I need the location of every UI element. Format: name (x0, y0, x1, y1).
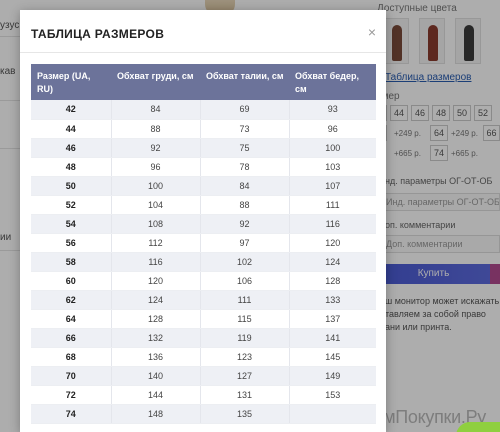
size-table: Размер (UA, RU) Обхват груди, см Обхват … (31, 64, 376, 424)
measurement-cell: 116 (111, 252, 201, 272)
close-icon[interactable]: × (368, 24, 376, 40)
table-row: 60 120 106 128 (31, 271, 376, 291)
measurement-cell: 100 (111, 176, 201, 196)
measurement-cell: 145 (289, 347, 376, 367)
size-cell: 68 (31, 347, 112, 367)
size-cell: 54 (31, 214, 112, 234)
measurement-cell: 133 (289, 290, 376, 310)
measurement-cell: 78 (200, 157, 290, 177)
size-cell: 52 (31, 195, 112, 215)
size-cell: 56 (31, 233, 112, 253)
table-row: 52 104 88 111 (31, 195, 376, 215)
measurement-cell: 103 (289, 157, 376, 177)
size-chart-modal: ТАБЛИЦА РАЗМЕРОВ × Размер (UA, RU) Обхва… (20, 10, 386, 432)
size-cell: 58 (31, 252, 112, 272)
measurement-cell: 128 (111, 309, 201, 329)
size-cell: 70 (31, 366, 112, 386)
measurement-cell: 131 (200, 385, 290, 405)
table-row: 56 112 97 120 (31, 233, 376, 253)
measurement-cell: 149 (289, 366, 376, 386)
measurement-cell (289, 404, 376, 424)
measurement-cell: 92 (111, 138, 201, 158)
measurement-cell: 88 (111, 119, 201, 139)
size-cell: 46 (31, 138, 112, 158)
measurement-cell: 88 (200, 195, 290, 215)
table-row: 58 116 102 124 (31, 252, 376, 272)
table-row: 68 136 123 145 (31, 347, 376, 367)
size-cell: 48 (31, 157, 112, 177)
measurement-cell: 93 (289, 100, 376, 120)
corner-badge[interactable] (456, 422, 500, 432)
measurement-cell: 73 (200, 119, 290, 139)
measurement-cell: 96 (289, 119, 376, 139)
size-cell: 50 (31, 176, 112, 196)
table-row: 42 84 69 93 (31, 100, 376, 120)
measurement-cell: 140 (111, 366, 201, 386)
table-row: 50 100 84 107 (31, 176, 376, 196)
measurement-cell: 111 (200, 290, 290, 310)
measurement-cell: 124 (111, 290, 201, 310)
measurement-cell: 135 (200, 404, 290, 424)
table-row: 46 92 75 100 (31, 138, 376, 158)
modal-title: ТАБЛИЦА РАЗМЕРОВ (31, 27, 165, 41)
measurement-cell: 141 (289, 328, 376, 348)
table-row: 48 96 78 103 (31, 157, 376, 177)
table-row: 74 148 135 (31, 404, 376, 424)
measurement-cell: 124 (289, 252, 376, 272)
table-row: 54 108 92 116 (31, 214, 376, 234)
measurement-cell: 96 (111, 157, 201, 177)
size-cell: 72 (31, 385, 112, 405)
measurement-cell: 102 (200, 252, 290, 272)
measurement-cell: 136 (111, 347, 201, 367)
measurement-cell: 153 (289, 385, 376, 405)
measurement-cell: 132 (111, 328, 201, 348)
measurement-cell: 120 (111, 271, 201, 291)
measurement-cell: 97 (200, 233, 290, 253)
measurement-cell: 116 (289, 214, 376, 234)
table-row: 72 144 131 153 (31, 385, 376, 405)
measurement-cell: 69 (200, 100, 290, 120)
measurement-cell: 75 (200, 138, 290, 158)
divider (20, 52, 386, 53)
measurement-cell: 112 (111, 233, 201, 253)
column-header: Обхват груди, см (111, 64, 200, 100)
measurement-cell: 84 (200, 176, 290, 196)
measurement-cell: 108 (111, 214, 201, 234)
measurement-cell: 104 (111, 195, 201, 215)
measurement-cell: 148 (111, 404, 201, 424)
table-header-row: Размер (UA, RU) Обхват груди, см Обхват … (31, 64, 376, 100)
table-row: 70 140 127 149 (31, 366, 376, 386)
measurement-cell: 119 (200, 328, 290, 348)
table-row: 44 88 73 96 (31, 119, 376, 139)
measurement-cell: 115 (200, 309, 290, 329)
measurement-cell: 107 (289, 176, 376, 196)
size-cell: 60 (31, 271, 112, 291)
measurement-cell: 127 (200, 366, 290, 386)
size-cell: 74 (31, 404, 112, 424)
measurement-cell: 144 (111, 385, 201, 405)
measurement-cell: 92 (200, 214, 290, 234)
size-cell: 64 (31, 309, 112, 329)
size-cell: 62 (31, 290, 112, 310)
measurement-cell: 137 (289, 309, 376, 329)
measurement-cell: 111 (289, 195, 376, 215)
column-header: Обхват бедер, см (289, 64, 376, 100)
size-cell: 44 (31, 119, 112, 139)
column-header: Обхват талии, см (200, 64, 289, 100)
table-row: 62 124 111 133 (31, 290, 376, 310)
measurement-cell: 84 (111, 100, 201, 120)
table-row: 66 132 119 141 (31, 328, 376, 348)
measurement-cell: 120 (289, 233, 376, 253)
measurement-cell: 106 (200, 271, 290, 291)
size-cell: 42 (31, 100, 112, 120)
measurement-cell: 100 (289, 138, 376, 158)
table-row: 64 128 115 137 (31, 309, 376, 329)
measurement-cell: 128 (289, 271, 376, 291)
column-header: Размер (UA, RU) (31, 64, 111, 100)
measurement-cell: 123 (200, 347, 290, 367)
size-cell: 66 (31, 328, 112, 348)
